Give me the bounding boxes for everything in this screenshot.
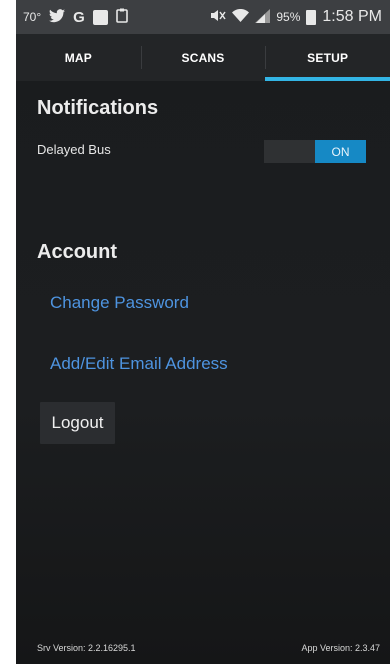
app-version: App Version: 2.3.47 (301, 643, 380, 653)
clock: 1:58 PM (322, 8, 382, 25)
server-version: Srv Version: 2.2.16295.1 (37, 643, 136, 653)
tab-bar: MAP SCANS SETUP (16, 34, 390, 81)
wifi-icon (232, 8, 250, 26)
edit-email-link[interactable]: Add/Edit Email Address (50, 354, 228, 374)
toggle-on-segment: ON (315, 140, 366, 163)
tab-setup[interactable]: SETUP (265, 34, 390, 81)
delayed-bus-toggle[interactable]: ON (264, 140, 366, 163)
app-screen: 70° G 95% 1:58 PM MAP SCANS SETUP Notifi… (16, 0, 390, 664)
flipboard-icon (92, 9, 108, 25)
battery-percent: 95% (276, 10, 301, 24)
notifications-heading: Notifications (37, 97, 159, 119)
mute-icon (210, 9, 226, 25)
tab-map[interactable]: MAP (16, 34, 141, 81)
status-left-group: 70° G (16, 8, 128, 26)
tab-scans[interactable]: SCANS (140, 34, 266, 81)
temperature: 70° (23, 10, 42, 24)
logout-button[interactable]: Logout (40, 402, 115, 444)
delayed-bus-label: Delayed Bus (37, 142, 111, 157)
change-password-link[interactable]: Change Password (50, 293, 189, 313)
google-icon: G (73, 8, 85, 26)
account-heading: Account (37, 241, 117, 263)
signal-icon (255, 8, 271, 26)
twitter-icon (49, 8, 66, 26)
status-bar: 70° G 95% 1:58 PM (16, 0, 390, 34)
status-right-group: 95% 1:58 PM (210, 0, 382, 34)
clipboard-icon (116, 8, 128, 26)
battery-icon (306, 9, 317, 25)
toggle-off-segment (264, 140, 315, 163)
